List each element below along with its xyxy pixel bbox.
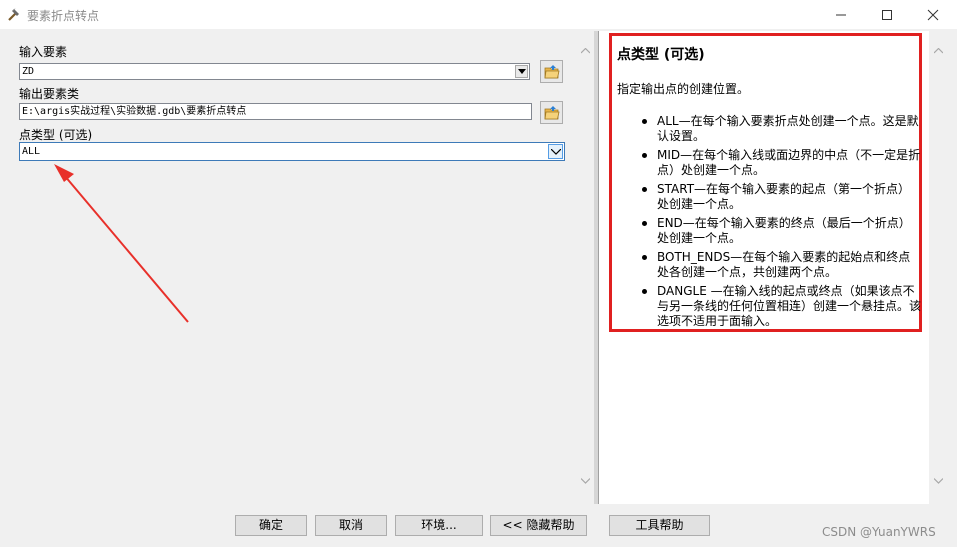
cancel-button[interactable]: 取消 bbox=[315, 515, 387, 536]
help-pane: 点类型 (可选) 指定输出点的创建位置。 ALL—在每个输入要素折点处创建一个点… bbox=[598, 31, 929, 504]
chevron-up-icon bbox=[934, 48, 943, 54]
chevron-down-icon bbox=[934, 478, 943, 484]
minimize-icon bbox=[836, 14, 846, 16]
help-option-list: ALL—在每个输入要素折点处创建一个点。这是默认设置。 MID—在每个输入线或面… bbox=[617, 114, 922, 333]
help-option-both-ends: BOTH_ENDS—在每个输入要素的起始点和终点处各创建一个点，共创建两个点。 bbox=[617, 250, 922, 280]
help-highlight-box: 点类型 (可选) 指定输出点的创建位置。 ALL—在每个输入要素折点处创建一个点… bbox=[609, 33, 922, 332]
help-description: 指定输出点的创建位置。 bbox=[617, 82, 750, 96]
chevron-up-icon bbox=[581, 48, 590, 54]
watermark: CSDN @YuanYWRS bbox=[822, 525, 936, 539]
minimize-button[interactable] bbox=[818, 0, 864, 29]
point-type-value: ALL bbox=[22, 146, 41, 157]
output-features-input[interactable]: E:\argis实战过程\实验数据.gdb\要素折点转点 bbox=[19, 103, 532, 120]
close-button[interactable] bbox=[910, 0, 956, 29]
close-icon bbox=[927, 9, 939, 21]
open-folder-icon bbox=[544, 106, 560, 120]
output-features-value: E:\argis实战过程\实验数据.gdb\要素折点转点 bbox=[22, 106, 247, 117]
point-type-dropdown[interactable]: ALL bbox=[19, 142, 565, 161]
scroll-up-button[interactable] bbox=[577, 43, 594, 60]
help-title: 点类型 (可选) bbox=[617, 47, 705, 63]
output-features-browse-button[interactable] bbox=[540, 101, 563, 124]
ok-button[interactable]: 确定 bbox=[235, 515, 307, 536]
title-bar: 要素折点转点 bbox=[0, 0, 957, 29]
environments-button[interactable]: 环境... bbox=[395, 515, 483, 536]
scroll-up-button[interactable] bbox=[930, 43, 947, 60]
input-features-browse-button[interactable] bbox=[540, 60, 563, 83]
scroll-down-button[interactable] bbox=[577, 473, 594, 490]
input-features-value: ZD bbox=[22, 66, 35, 77]
tool-help-button[interactable]: 工具帮助 bbox=[609, 515, 710, 536]
input-features-dropdown[interactable]: ZD bbox=[19, 63, 530, 80]
button-bar: 确定 取消 环境... << 隐藏帮助 工具帮助 CSDN @YuanYWRS bbox=[0, 505, 957, 547]
hide-help-button[interactable]: << 隐藏帮助 bbox=[490, 515, 587, 536]
maximize-icon bbox=[882, 10, 892, 20]
maximize-button[interactable] bbox=[864, 0, 910, 29]
output-features-label: 输出要素类 bbox=[19, 87, 80, 101]
help-scrollbar[interactable] bbox=[930, 31, 947, 504]
chevron-down-icon bbox=[518, 69, 526, 74]
hammer-icon bbox=[6, 6, 22, 22]
help-option-end: END—在每个输入要素的终点（最后一个折点）处创建一个点。 bbox=[617, 216, 922, 246]
dropdown-arrow[interactable] bbox=[548, 144, 563, 159]
help-option-dangle: DANGLE —在输入线的起点或终点（如果该点不与另一条线的任何位置相连）创建一… bbox=[617, 284, 922, 329]
input-features-label: 输入要素 bbox=[19, 45, 68, 59]
parameters-pane: 输入要素 ZD 输出要素类 E:\argis实战过程\实验数据.gdb\要素折点… bbox=[0, 31, 577, 504]
window-title: 要素折点转点 bbox=[27, 9, 100, 23]
help-option-all: ALL—在每个输入要素折点处创建一个点。这是默认设置。 bbox=[617, 114, 922, 144]
scroll-down-button[interactable] bbox=[930, 473, 947, 490]
chevron-down-icon bbox=[551, 149, 561, 155]
help-option-mid: MID—在每个输入线或面边界的中点（不一定是折点）处创建一个点。 bbox=[617, 148, 922, 178]
parameters-scrollbar[interactable] bbox=[577, 31, 594, 504]
point-type-label: 点类型 (可选) bbox=[19, 128, 93, 142]
dropdown-arrow[interactable] bbox=[515, 65, 528, 78]
chevron-down-icon bbox=[581, 478, 590, 484]
help-option-start: START—在每个输入要素的起点（第一个折点）处创建一个点。 bbox=[617, 182, 922, 212]
open-folder-icon bbox=[544, 65, 560, 79]
